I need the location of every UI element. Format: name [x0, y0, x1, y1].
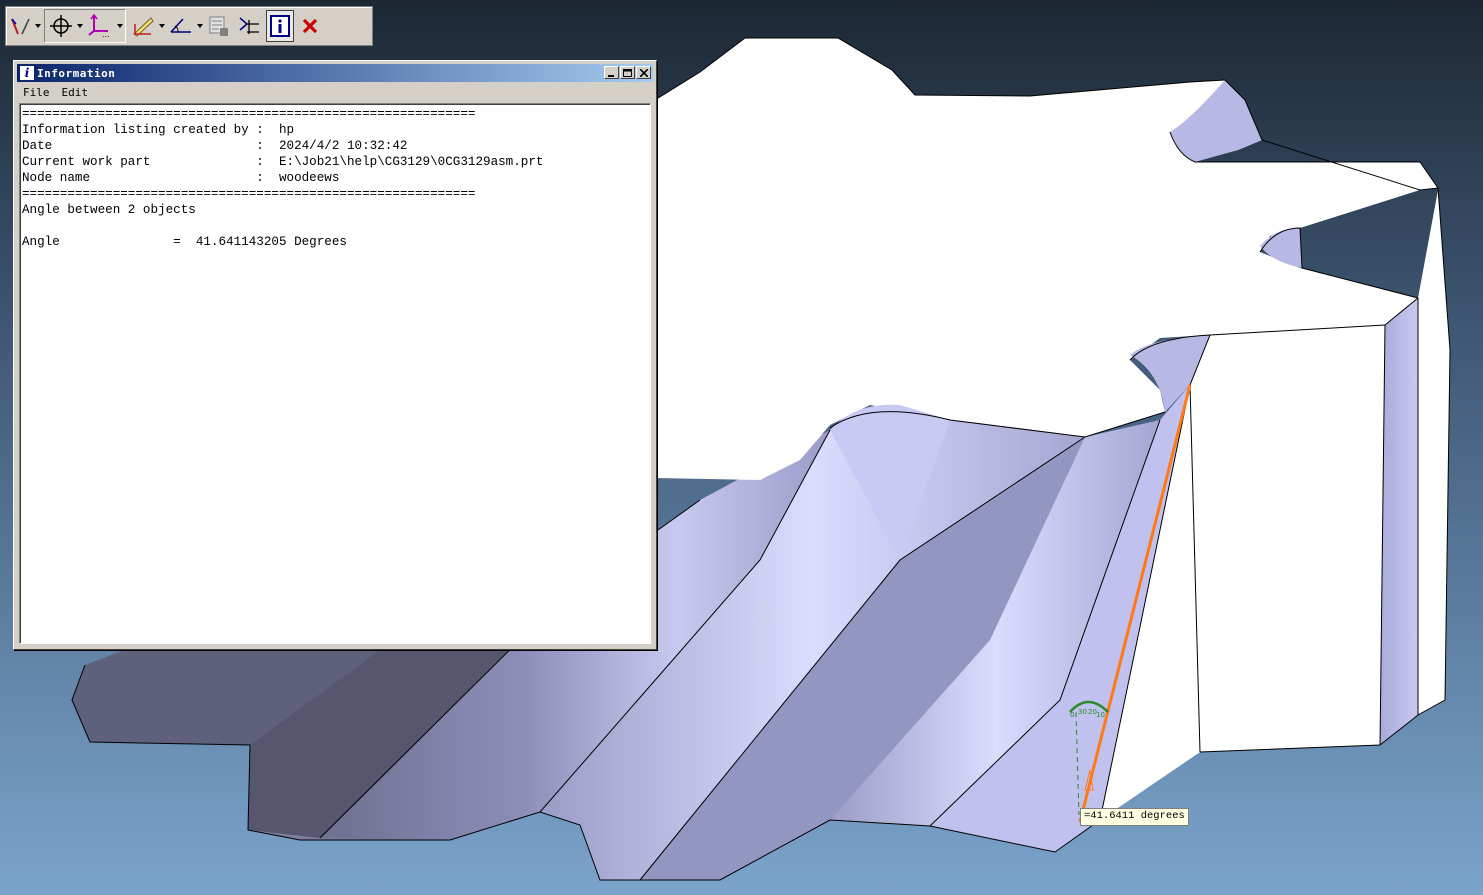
svg-text:...: ...	[102, 30, 110, 39]
measure-surface-icon[interactable]	[234, 10, 266, 42]
protractor-tick: 30	[1078, 708, 1087, 716]
close-window-button[interactable]	[636, 66, 651, 79]
csys-dropdown-icon[interactable]	[116, 10, 124, 42]
information-menubar: File Edit	[17, 84, 653, 100]
maximize-button[interactable]	[620, 66, 635, 79]
menu-file[interactable]: File	[17, 86, 56, 99]
listing-line: Current work part : E:\Job21\help\CG3129…	[22, 155, 544, 169]
distance-dropdown-icon[interactable]	[158, 10, 166, 42]
listing-line: ========================================…	[22, 107, 476, 121]
protractor-tick: 10	[1096, 711, 1105, 719]
minimize-button[interactable]	[604, 66, 619, 79]
information-window-icon: i	[20, 66, 34, 80]
protractor-tick: 0	[1070, 711, 1074, 719]
information-icon[interactable]	[266, 10, 294, 42]
window-title: Information	[37, 66, 116, 80]
listing-line: ========================================…	[22, 187, 476, 201]
information-listing[interactable]: ========================================…	[19, 103, 651, 644]
angle-dropdown-icon[interactable]	[196, 10, 204, 42]
point-constructor-icon[interactable]	[46, 10, 76, 42]
listing-line: Node name : woodeews	[22, 171, 340, 185]
gear-side-shade	[1380, 298, 1418, 745]
line-icon[interactable]	[8, 10, 34, 42]
listing-line: Date : 2024/4/2 10:32:42	[22, 139, 408, 153]
measure-angle-icon[interactable]	[166, 10, 196, 42]
information-window: i Information File Edit ================…	[13, 60, 657, 650]
info-point-icon[interactable]	[204, 10, 234, 42]
angle-dimension-label: =41.6411 degrees	[1080, 808, 1189, 826]
listing-line: Angle between 2 objects	[22, 203, 196, 217]
listing-line: Angle = 41.641143205 Degrees	[22, 235, 347, 249]
point-dropdown-icon[interactable]	[76, 10, 84, 42]
information-titlebar[interactable]: i Information	[17, 64, 653, 82]
line-dropdown-icon[interactable]	[34, 10, 42, 42]
listing-line	[22, 218, 650, 234]
csys-button-group: ...	[44, 9, 126, 43]
csys-icon[interactable]: ...	[84, 10, 116, 42]
measure-distance-icon[interactable]	[128, 10, 158, 42]
menu-edit[interactable]: Edit	[56, 86, 95, 99]
close-icon[interactable]	[294, 10, 326, 42]
listing-line: Information listing created by : hp	[22, 123, 295, 137]
analysis-toolbar: ...	[5, 6, 373, 46]
